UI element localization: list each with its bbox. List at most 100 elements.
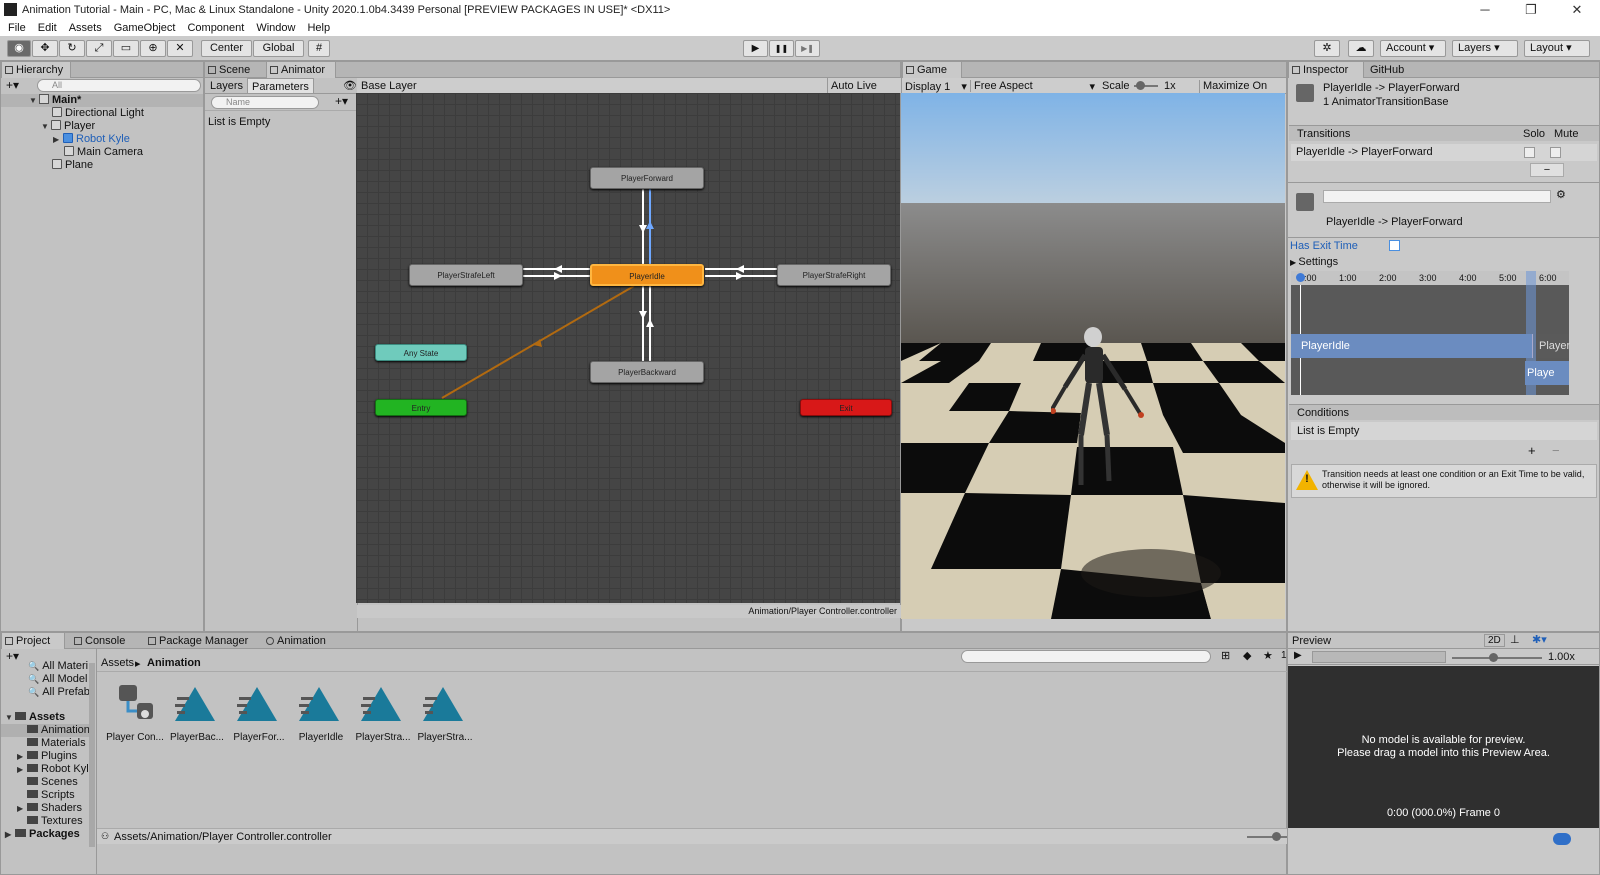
favorite-all-models[interactable]: 🔍 All Model (28, 673, 87, 686)
services-icon[interactable]: ✲ (1314, 40, 1340, 57)
grid-snap-icon[interactable]: # (308, 40, 330, 57)
assets-root-folder[interactable]: ▼ Assets (5, 711, 65, 724)
state-player-forward[interactable]: PlayerForward (590, 167, 704, 189)
tab-package-manager[interactable]: Package Manager (145, 633, 255, 649)
pivot-global-button[interactable]: Global (253, 40, 304, 57)
transition-row[interactable]: PlayerIdle -> PlayerForward (1291, 144, 1597, 161)
folder-materials[interactable]: Materials (27, 737, 86, 750)
folder-scripts[interactable]: Scripts (27, 789, 75, 802)
expand-arrow-icon[interactable]: ▼ (5, 711, 15, 724)
remove-condition-button[interactable]: − (1552, 443, 1560, 458)
pivot-center-button[interactable]: Center (201, 40, 252, 57)
auto-live-link-button[interactable]: Auto Live Link (827, 78, 901, 104)
game-viewport[interactable] (901, 93, 1285, 619)
timeline-start-marker[interactable] (1296, 273, 1305, 282)
folder-scenes[interactable]: Scenes (27, 776, 78, 789)
remove-transition-button[interactable]: − (1530, 163, 1564, 177)
gear-icon[interactable]: ⚙ (1556, 188, 1566, 201)
breadcrumb-base-layer[interactable]: Base Layer (361, 80, 427, 92)
state-player-backward[interactable]: PlayerBackward (590, 361, 704, 383)
asset-player-idle[interactable]: PlayerIdle (290, 683, 352, 743)
favorite-all-prefabs[interactable]: 🔍 All Prefab (28, 686, 90, 699)
has-exit-time-checkbox[interactable] (1389, 240, 1400, 251)
asset-player-strafe-right[interactable]: PlayerStra... (414, 683, 476, 743)
breadcrumb-animation[interactable]: Animation (147, 657, 201, 669)
animator-graph[interactable]: PlayerForward PlayerIdle PlayerStrafeLef… (356, 93, 900, 603)
layout-dropdown[interactable]: Layout ▾ (1524, 40, 1590, 57)
tab-animation[interactable]: Animation (263, 633, 343, 649)
clip-source[interactable]: PlayerIdle (1291, 334, 1533, 358)
subtab-parameters[interactable]: Parameters (247, 78, 314, 94)
folder-tree-scrollbar[interactable] (89, 663, 95, 847)
aspect-dropdown[interactable]: Free Aspect ▾ (970, 80, 1098, 93)
expand-arrow-icon[interactable]: ▶ (17, 763, 27, 776)
clip-target[interactable]: Playe (1525, 361, 1569, 385)
settings-foldout[interactable]: ▶ Settings (1290, 256, 1338, 268)
preview-timeline[interactable] (1312, 651, 1446, 663)
tab-scene[interactable]: Scene (205, 62, 265, 78)
maximize-button[interactable]: ❐ (1508, 0, 1554, 19)
pivot-icon[interactable]: ⊥ (1510, 633, 1520, 646)
scale-slider-thumb[interactable] (1136, 81, 1145, 90)
breadcrumb-assets[interactable]: Assets (101, 657, 134, 669)
menu-gameobject[interactable]: GameObject (114, 22, 176, 34)
preview-area[interactable]: No model is available for preview. Pleas… (1288, 666, 1599, 828)
expand-arrow-icon[interactable]: ▼ (29, 94, 39, 107)
asset-player-forward[interactable]: PlayerFor... (228, 683, 290, 743)
folder-textures[interactable]: Textures (27, 815, 83, 828)
rect-tool-icon[interactable]: ▭ (113, 40, 139, 57)
folder-shaders[interactable]: ▶ Shaders (17, 802, 82, 815)
menu-window[interactable]: Window (256, 22, 295, 34)
hierarchy-add-button[interactable]: +▾ (6, 78, 19, 92)
state-exit[interactable]: Exit (800, 399, 892, 416)
asset-player-backward[interactable]: PlayerBac... (166, 683, 228, 743)
transform-tool-icon[interactable]: ⊕ (140, 40, 166, 57)
hierarchy-item-plane[interactable]: Plane (52, 159, 93, 172)
tab-github[interactable]: GitHub (1364, 62, 1424, 78)
state-entry[interactable]: Entry (375, 399, 467, 416)
parameter-search-input[interactable]: Name (211, 96, 319, 109)
solo-checkbox[interactable] (1524, 147, 1535, 158)
display-dropdown[interactable]: Display 1 ▾ (905, 80, 967, 93)
menu-help[interactable]: Help (307, 22, 330, 34)
state-player-strafe-left[interactable]: PlayerStrafeLeft (409, 264, 523, 286)
packages-root-folder[interactable]: ▶ Packages (5, 828, 80, 841)
menu-assets[interactable]: Assets (69, 22, 102, 34)
expand-arrow-icon[interactable]: ▶ (5, 828, 15, 841)
scale-tool-icon[interactable]: ⤢ (86, 40, 112, 57)
menu-edit[interactable]: Edit (38, 22, 57, 34)
expand-arrow-icon[interactable]: ▼ (41, 120, 51, 133)
visibility-eye-icon[interactable]: 👁 (343, 79, 357, 92)
tab-console[interactable]: Console (71, 633, 135, 649)
view-tool-icon[interactable]: ◉ (7, 40, 31, 57)
custom-tool-icon[interactable]: ✕ (167, 40, 193, 57)
folder-robot-kyle[interactable]: ▶ Robot Kyl (17, 763, 89, 776)
hierarchy-item-main[interactable]: ▼ Main* (29, 94, 81, 107)
close-button[interactable]: ✕ (1554, 0, 1600, 19)
tab-inspector[interactable]: Inspector (1288, 62, 1364, 78)
tab-project[interactable]: Project (1, 633, 65, 649)
icon-size-slider-thumb[interactable] (1272, 832, 1281, 841)
folder-plugins[interactable]: ▶ Plugins (17, 750, 77, 763)
account-dropdown[interactable]: Account ▾ (1380, 40, 1446, 57)
asset-player-controller[interactable]: Player Con... (104, 683, 166, 743)
move-tool-icon[interactable]: ✥ (32, 40, 58, 57)
menu-component[interactable]: Component (187, 22, 244, 34)
state-any-state[interactable]: Any State (375, 344, 467, 361)
subtab-layers[interactable]: Layers (210, 80, 243, 92)
add-condition-button[interactable]: + (1528, 443, 1536, 458)
tab-game[interactable]: Game (902, 62, 962, 78)
layers-dropdown[interactable]: Layers ▾ (1452, 40, 1518, 57)
state-player-strafe-right[interactable]: PlayerStrafeRight (777, 264, 891, 286)
tab-hierarchy[interactable]: Hierarchy (1, 62, 71, 78)
favorite-all-materials[interactable]: 🔍 All Materi (28, 660, 88, 673)
state-player-idle[interactable]: PlayerIdle (590, 264, 704, 286)
preview-play-button[interactable]: ▶ (1294, 650, 1302, 661)
avatar-icon[interactable]: ✱▾ (1532, 633, 1547, 646)
minimize-button[interactable]: ─ (1462, 0, 1508, 19)
collab-icon[interactable] (1553, 833, 1571, 845)
hierarchy-item-main-camera[interactable]: Main Camera (64, 146, 143, 159)
preview-speed-thumb[interactable] (1489, 653, 1498, 662)
asset-player-strafe-left[interactable]: PlayerStra... (352, 683, 414, 743)
rotate-tool-icon[interactable]: ↻ (59, 40, 85, 57)
